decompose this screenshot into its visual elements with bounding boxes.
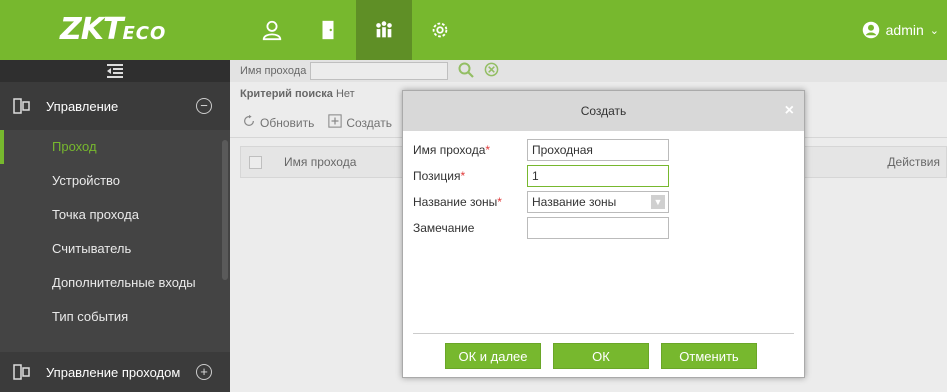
logo-sub: ECO [122,23,167,44]
zone-select[interactable]: Название зоны ▼ [527,191,669,213]
sidebar-menu: Проход Устройство Точка прохода Считыват… [0,130,230,352]
field-row-remark: Замечание [413,217,669,239]
field-label-text: Имя прохода [413,143,486,157]
field-label: Название зоны* [413,195,527,209]
collapse-menu-icon [107,64,123,78]
door-device-icon [13,98,30,114]
sidebar-item-access-point[interactable]: Точка прохода [0,198,230,232]
door-icon [322,20,334,40]
create-dialog: Создать × Имя прохода* Проходная Позиция… [402,90,805,378]
nav-personnel[interactable] [244,0,300,60]
nav-access[interactable] [300,0,356,60]
zone-select-value: Название зоны [532,195,617,209]
sidebar-item-reader[interactable]: Считыватель [0,232,230,266]
dropdown-arrow-icon[interactable]: ▼ [651,195,665,209]
position-input[interactable]: 1 [527,165,669,187]
sidebar-item-aux-inputs[interactable]: Дополнительные входы [0,266,230,300]
nav-system[interactable] [412,0,468,60]
field-label-text: Позиция [413,169,461,183]
sidebar-item-event-type[interactable]: Тип события [0,300,230,334]
required-marker: * [485,143,491,157]
sidebar-collapse-button[interactable] [0,60,230,82]
field-label: Имя прохода* [413,143,527,157]
door-device-icon [13,364,30,380]
expand-toggle-icon[interactable]: + [196,364,212,380]
ok-next-button[interactable]: ОК и далее [445,343,541,369]
field-row-position: Позиция* 1 [413,165,669,187]
chevron-down-icon: ⌄ [929,24,939,37]
dialog-title-bar: Создать × [403,91,804,131]
remark-input[interactable] [527,217,669,239]
dialog-divider [413,333,794,334]
user-name: admin [885,22,924,38]
ok-button[interactable]: ОК [553,343,649,369]
nav-reports[interactable] [356,0,412,60]
logo: ZKTECO [60,8,210,52]
main-scrollbar[interactable] [222,140,228,280]
sidebar-section-label: Управление проходом [46,364,181,380]
sidebar-bottom: Управление проходом + [0,352,230,392]
sidebar: Управление − Проход Устройство Точка про… [0,60,230,392]
sidebar-item-device[interactable]: Устройство [0,164,230,198]
required-marker: * [460,169,466,183]
user-avatar-icon [862,21,879,39]
close-icon[interactable]: × [785,91,794,131]
people-group-icon [376,21,392,38]
field-label: Замечание [413,221,527,235]
field-label: Позиция* [413,169,527,183]
sidebar-item-door[interactable]: Проход [0,130,230,164]
field-row-name: Имя прохода* Проходная [413,139,669,161]
dialog-title: Создать [580,104,627,118]
field-label-text: Название зоны [413,195,498,209]
person-icon [262,20,282,41]
sidebar-section-access-control[interactable]: Управление проходом + [0,352,230,392]
collapse-toggle-icon[interactable]: − [196,98,212,114]
logo-main: ZKT [60,12,123,47]
sidebar-section-management[interactable]: Управление − [0,82,230,130]
required-marker: * [497,195,502,209]
field-label-text: Замечание [413,221,475,235]
gear-icon [432,22,448,38]
user-menu[interactable]: admin ⌄ [862,0,939,60]
cancel-button[interactable]: Отменить [661,343,757,369]
door-name-input[interactable]: Проходная [527,139,669,161]
field-row-zone: Название зоны* Название зоны ▼ [413,191,669,213]
sidebar-section-label: Управление [46,98,119,114]
top-bar: ZKTECO admin ⌄ [0,0,947,60]
